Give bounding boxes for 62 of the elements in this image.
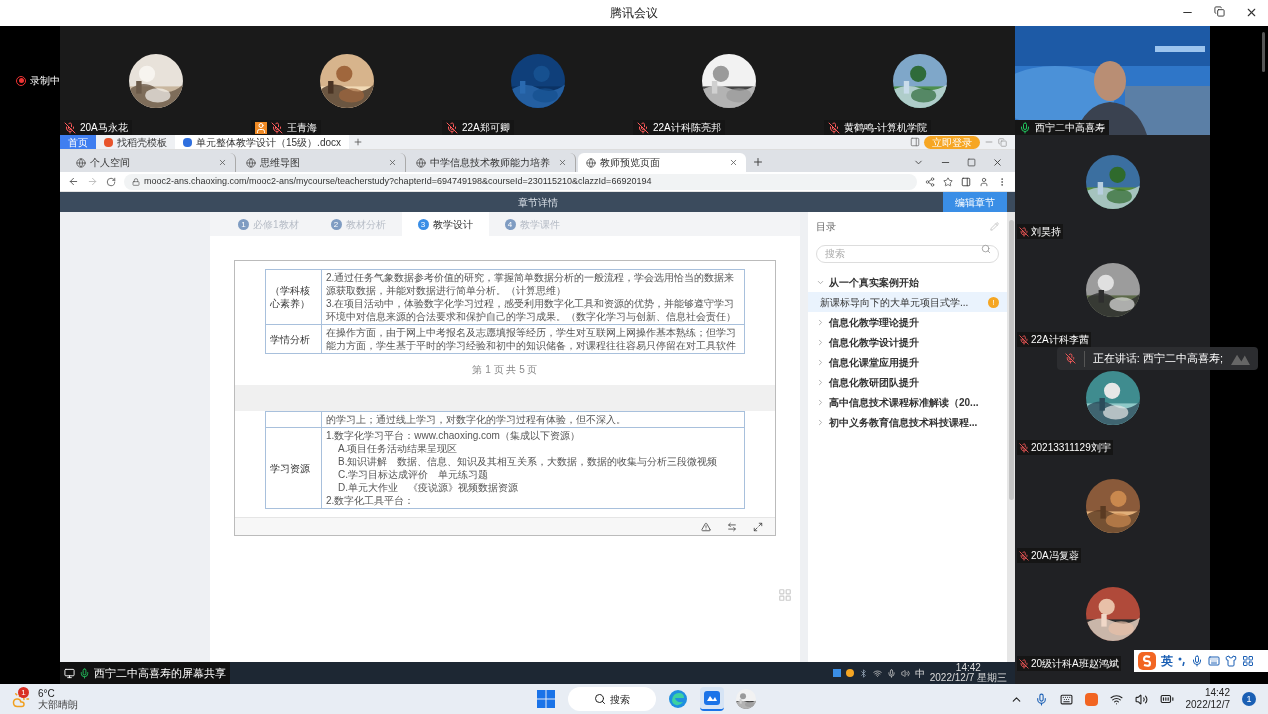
weather-description: 大部晴朗 [38,699,78,710]
chapter-item[interactable]: 信息化教研团队提升 [829,374,919,390]
document-tab[interactable]: 首页 [60,135,96,149]
weather-badge: 1 [18,687,29,698]
participant-name: 刘昊持 [1031,225,1061,239]
recording-label: 录制中 [30,74,60,88]
document-text: 2.通过任务气象数据参考价值的研究，掌握简单数据分析的一般流程，学会选用恰当的数据来源获取数据，并能对数据进行简单分析。（计算思维） [326,271,736,297]
step-number: 3 [417,218,429,230]
chapter-item[interactable]: 信息化教学理论提升 [829,314,919,330]
participant-name: 20213311129刘宇 [1031,441,1111,455]
chapter-item[interactable]: 初中义务教育信息技术科技课程... [829,414,978,430]
input-mode[interactable]: 英 [1161,652,1173,670]
clock-time: 14:42 [1204,687,1230,699]
chapter-item[interactable]: 信息化教学设计提升 [829,334,919,350]
table-heading: （学科核心素养） [270,284,311,310]
participant-name: 22A计科陈亮邦 [653,121,721,135]
table-heading: 学情分析 [270,332,311,346]
step-number: 1 [238,218,249,230]
page-number: 第 1 页 共 5 页 [472,363,538,377]
chapter-item[interactable]: 高中信息技术课程标准解读（20... [829,394,979,410]
document-text: B.知识讲解 数据、信息、知识及其相互关系，大数据，数据的收集与分析三段微视频 [338,455,719,468]
step-number: 2 [330,218,342,230]
document-text: 的学习上；通过线上学习，对数字化的学习过程有体验，但不深入。 [326,413,627,426]
document-text: D.单元大作业 《疫说源》视频数据资源 [338,481,519,494]
section-item[interactable]: 新课标导向下的大单元项目式学... ! [808,292,1008,312]
participant-name: 20A马永花 [80,121,128,135]
document-text: 2.数字化工具平台： [326,494,416,507]
clock-date: 2022/12/7 星期三 [929,673,1007,683]
page-title: 章节详情 [517,195,558,210]
speaking-text: 正在讲话: 西宁二中高喜寿; [1092,351,1224,367]
participant-name: 王青海 [287,121,317,135]
alert-badge: ! [988,296,1000,308]
document-text: C.学习目标达成评价 单元练习题 [338,468,489,481]
document-text: 在操作方面，由于网上中考报名及志愿填报等经历，学生对互联网上网操作基本熟练；但学习能力方面，学生基于平时的学习经验和初中的知识储备，对课程往往容易只停留在对工具软件 [326,326,737,352]
browser-tab[interactable]: 教师预览页面 [578,153,746,172]
participant-name: 黄鹤鸣-计算机学院 [844,121,928,135]
document-text: 1.数字化学习平台：www.chaoxing.com（集成以下资源） [326,429,581,442]
address-bar[interactable]: mooc2-ans.chaoxing.com/mooc2-ans/mycourse/teacherstudy?chapterId=694749198&courseId=230115210&clazzId=66920194 [124,173,917,190]
taskbar-search[interactable]: 搜索 [567,687,656,711]
participant-name: 20A冯复蓉 [1031,549,1079,563]
participant-name: 西宁二中高喜寿 [1035,121,1105,135]
document-tab[interactable]: 找稻壳模板 [96,135,175,149]
step-tab[interactable]: 3 教学设计 [401,212,489,236]
participant-name: 22A计科李茜 [1031,333,1089,347]
table-heading: 学习资源 [270,461,311,475]
chapter-item[interactable]: 信息化课堂应用提升 [829,354,919,370]
clock-time: 14:42 [955,663,981,673]
document-text: A.项目任务活动结果呈现区 [338,442,459,455]
share-label-text: 西宁二中高喜寿的屏幕共享 [94,665,226,681]
weather-temperature: 6°C [38,688,56,699]
notification-badge[interactable]: 1 [1242,692,1256,706]
step-number: 4 [504,218,516,230]
toc-title: 目录 [816,219,836,234]
participant-name: 20级计科A班赵鸿斌 [1031,657,1119,671]
input-method-indicator[interactable]: 中 [914,665,925,681]
chapter-item[interactable]: 从一个真实案例开始 [829,274,919,290]
window-title: 腾讯会议 [610,5,658,22]
document-tab[interactable]: 单元整体教学设计（15级）.docx [175,135,350,149]
participant-name: 22A郑可卿 [462,121,510,135]
document-text: 3.在项目活动中，体验数字化学习过程，感受利用数字化工具和资源的优势，并能够遵守学习环境中对信息来源的合法要求和保护自己的学习成果。（数字化学习与创新、信息社会责任） [326,297,737,323]
clock-date: 2022/12/7 [1185,699,1230,711]
search-field[interactable]: 搜索 [816,244,1000,263]
